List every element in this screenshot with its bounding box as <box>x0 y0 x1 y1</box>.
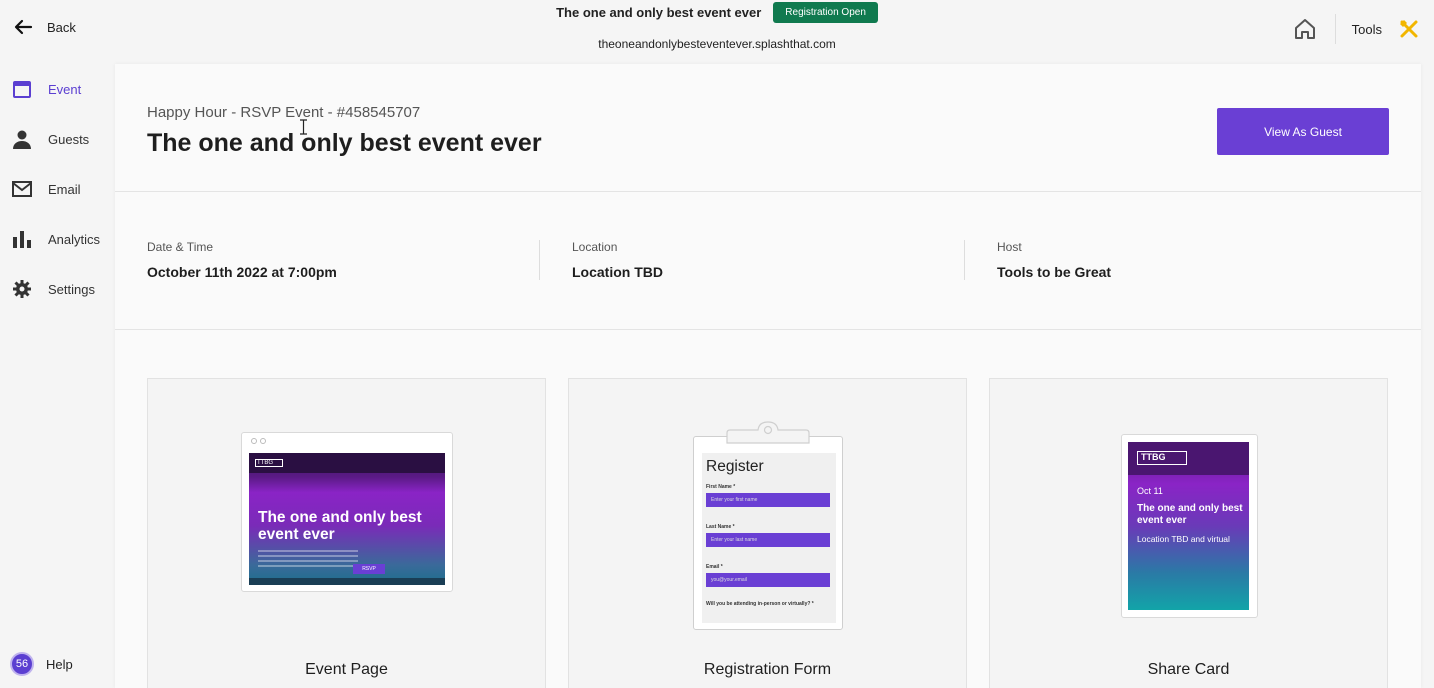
tools-label[interactable]: Tools <box>1352 22 1382 37</box>
card-label: Registration Form <box>703 661 832 678</box>
event-name: The one and only best event ever <box>556 5 762 20</box>
calendar-icon <box>13 81 31 98</box>
share-card-title: The one and only best event ever <box>1137 503 1243 526</box>
sidebar-item-email[interactable]: Email <box>12 179 81 199</box>
share-card-preview: TTBG Oct 11 The one and only best event … <box>1121 434 1258 618</box>
event-url[interactable]: theoneandonlybesteventever.splashthat.co… <box>0 37 1434 51</box>
divider <box>1334 14 1336 44</box>
help-label: Help <box>46 656 73 672</box>
event-header: Happy Hour - RSVP Event - #458545707 The… <box>115 64 1421 192</box>
page-title: The one and only best event ever <box>147 129 542 157</box>
host-info: Host Tools to be Great <box>997 240 1111 280</box>
envelope-icon <box>12 181 32 197</box>
sidebar-item-label: Analytics <box>48 231 101 247</box>
form-field-label: Email * <box>706 564 723 570</box>
view-as-guest-button[interactable]: View As Guest <box>1217 108 1389 155</box>
form-field-label: First Name * <box>706 484 736 490</box>
info-label: Location <box>572 240 618 254</box>
event-title-bar: The one and only best event ever Registr… <box>0 2 1434 23</box>
location-info: Location Location TBD <box>572 240 663 280</box>
form-paper: Register First Name * Enter your first n… <box>702 453 836 623</box>
sidebar-item-label: Email <box>48 181 81 197</box>
text-cursor-icon <box>300 119 307 135</box>
registration-form-card[interactable]: Register First Name * Enter your first n… <box>568 378 967 688</box>
sidebar: Event Guests Email Analytics Settings 56… <box>0 64 115 688</box>
info-value: Tools to be Great <box>997 264 1112 280</box>
help-button[interactable]: 56 Help <box>10 652 73 676</box>
form-question: Will you be attending in-person or virtu… <box>706 601 814 607</box>
info-value: Location TBD <box>572 264 663 280</box>
sidebar-item-settings[interactable]: Settings <box>12 279 95 299</box>
event-page-card[interactable]: TTBG The one and only best event ever RS… <box>147 378 546 688</box>
divider <box>964 240 965 280</box>
info-value: October 11th 2022 at 7:00pm <box>147 264 337 280</box>
share-card-date: Oct 11 <box>1137 486 1163 496</box>
browser-dots <box>251 438 266 444</box>
preview-headline: The one and only best event ever <box>258 509 422 543</box>
top-bar: Back The one and only best event ever Re… <box>0 0 1434 64</box>
share-card-card[interactable]: TTBG Oct 11 The one and only best event … <box>989 378 1388 688</box>
card-label: Event Page <box>305 661 388 678</box>
form-field-input: Enter your first name <box>706 493 830 507</box>
preview-footer <box>249 578 445 585</box>
sidebar-item-guests[interactable]: Guests <box>12 129 89 149</box>
clipboard-preview: Register First Name * Enter your first n… <box>693 436 843 630</box>
gear-icon <box>13 280 31 298</box>
sidebar-item-label: Guests <box>48 131 90 147</box>
share-card-band: TTBG <box>1128 442 1249 475</box>
form-field-input: you@your.email <box>706 573 830 587</box>
divider <box>539 240 540 280</box>
share-card-logo: TTBG <box>1137 451 1187 465</box>
preview-rsvp-button: RSVP <box>353 564 385 574</box>
share-card-location: Location TBD and virtual <box>1137 534 1230 544</box>
event-subtitle: Happy Hour - RSVP Event - #458545707 <box>147 104 421 121</box>
sidebar-item-analytics[interactable]: Analytics <box>12 229 100 249</box>
form-field-label: Last Name * <box>706 524 735 530</box>
form-heading: Register <box>706 458 764 475</box>
event-page-preview: TTBG The one and only best event ever RS… <box>241 432 453 592</box>
card-label: Share Card <box>1147 661 1230 678</box>
home-icon[interactable] <box>1293 17 1317 41</box>
event-info: Date & Time October 11th 2022 at 7:00pm … <box>115 192 1421 330</box>
help-count-badge: 56 <box>10 652 34 676</box>
sidebar-item-label: Event <box>48 81 82 97</box>
person-icon <box>13 130 31 149</box>
tools-icon[interactable] <box>1398 18 1420 40</box>
info-label: Host <box>997 240 1022 254</box>
form-field-input: Enter your last name <box>706 533 830 547</box>
clipboard-clip-icon <box>726 421 810 444</box>
info-label: Date & Time <box>147 240 214 254</box>
share-card-image: TTBG Oct 11 The one and only best event … <box>1128 442 1249 610</box>
bar-chart-icon <box>13 231 31 248</box>
preview-text-lines <box>258 550 358 570</box>
event-page-screen: TTBG The one and only best event ever RS… <box>249 453 445 585</box>
sidebar-item-event[interactable]: Event <box>12 79 81 99</box>
status-badge[interactable]: Registration Open <box>773 2 878 23</box>
sidebar-item-label: Settings <box>48 281 95 297</box>
main-panel: Happy Hour - RSVP Event - #458545707 The… <box>115 64 1421 688</box>
preview-logo: TTBG <box>255 459 283 467</box>
date-time-info: Date & Time October 11th 2022 at 7:00pm <box>147 240 337 280</box>
preview-nav: TTBG <box>249 453 445 473</box>
